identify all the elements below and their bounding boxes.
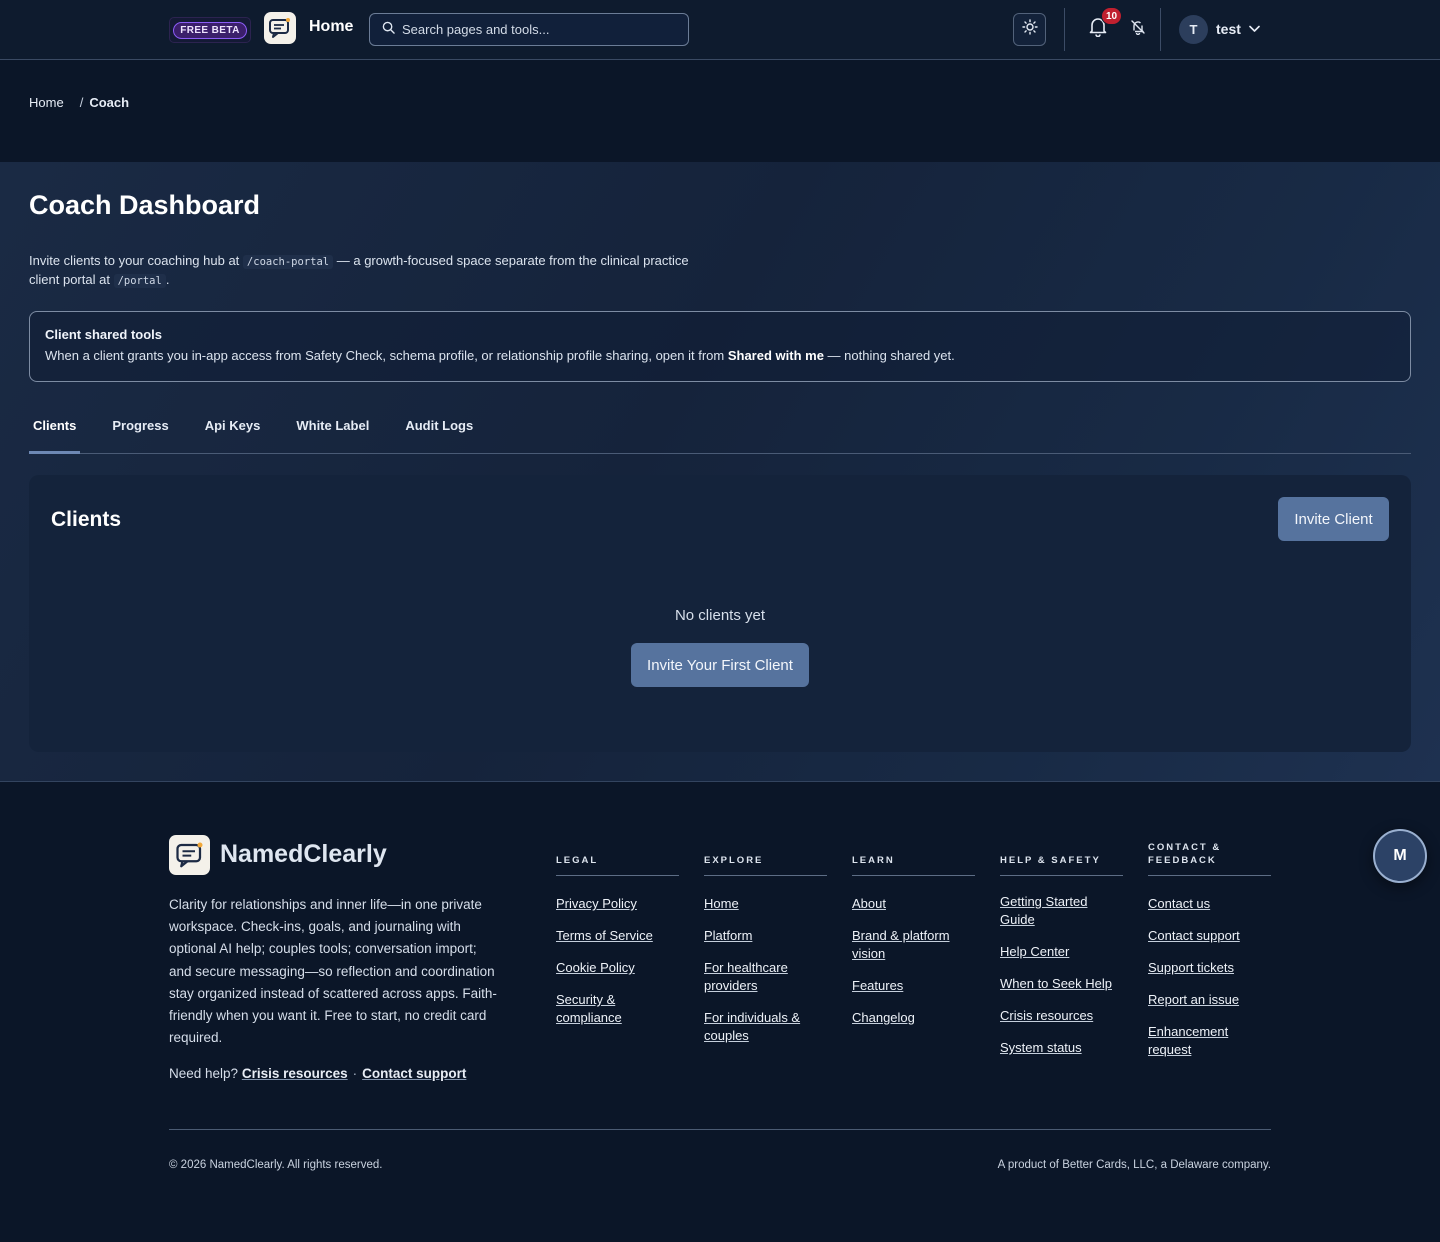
tab-clients[interactable]: Clients bbox=[29, 410, 81, 454]
portal-path: /portal bbox=[113, 274, 166, 288]
breadcrumb: Home / Coach bbox=[29, 95, 129, 110]
clients-title: Clients bbox=[51, 508, 122, 531]
footer-link[interactable]: Terms of Service bbox=[556, 928, 653, 943]
footer-link[interactable]: Changelog bbox=[852, 1010, 915, 1025]
footer-link[interactable]: When to Seek Help bbox=[1000, 976, 1112, 991]
mute-notifications-button[interactable] bbox=[1128, 19, 1148, 39]
user-name: test bbox=[1216, 21, 1241, 37]
breadcrumb-current: Coach bbox=[89, 95, 130, 110]
chevron-down-icon bbox=[1249, 20, 1260, 38]
empty-state-text: No clients yet bbox=[674, 607, 766, 624]
shared-tools-status: — nothing shared yet. bbox=[827, 348, 955, 363]
footer-description: Clarity for relationships and inner life… bbox=[169, 897, 497, 1046]
footer-link[interactable]: Help Center bbox=[1000, 944, 1069, 959]
footer-column-learn: LEARN About Brand & platform vision Feat… bbox=[852, 840, 975, 1041]
tab-white-label[interactable]: White Label bbox=[292, 410, 373, 454]
shared-tools-desc: When a client grants you in-app access f… bbox=[45, 348, 725, 363]
crisis-resources-link[interactable]: Crisis resources bbox=[242, 1066, 348, 1081]
footer-column-legal: LEGAL Privacy Policy Terms of Service Co… bbox=[556, 840, 679, 1041]
footer-link[interactable]: Privacy Policy bbox=[556, 896, 637, 911]
footer-brand[interactable]: NamedClearly bbox=[220, 840, 387, 869]
footer-column-help-safety: HELP & SAFETY Getting Started Guide Help… bbox=[1000, 840, 1123, 1071]
footer-link[interactable]: Home bbox=[704, 896, 739, 911]
footer-link[interactable]: Features bbox=[852, 978, 903, 993]
shared-tools-text: When a client grants you in-app access f… bbox=[45, 348, 1395, 363]
bell-off-icon bbox=[1130, 19, 1146, 40]
breadcrumb-separator: / bbox=[79, 95, 84, 110]
shared-tools-title: Client shared tools bbox=[45, 327, 163, 342]
theme-toggle-button[interactable] bbox=[1013, 13, 1046, 46]
footer-column-contact-feedback: CONTACT & FEEDBACK Contact us Contact su… bbox=[1148, 840, 1271, 1073]
free-beta-label: FREE BETA bbox=[173, 21, 247, 39]
footer-link[interactable]: Contact support bbox=[1148, 928, 1240, 943]
coach-portal-path: /coach-portal bbox=[242, 255, 334, 269]
footer-link[interactable]: Enhancement request bbox=[1148, 1024, 1228, 1057]
intro-text: . bbox=[165, 272, 170, 287]
footer-link[interactable]: Report an issue bbox=[1148, 992, 1239, 1007]
footer-link[interactable]: Security & compliance bbox=[556, 992, 622, 1025]
clients-card: Clients Invite Client No clients yet Inv… bbox=[29, 475, 1411, 752]
footer-link[interactable]: For healthcare providers bbox=[704, 960, 788, 993]
footer-column-heading: EXPLORE bbox=[704, 840, 827, 876]
tab-audit-logs[interactable]: Audit Logs bbox=[401, 410, 477, 454]
page-title: Coach Dashboard bbox=[29, 190, 261, 220]
header-divider bbox=[1160, 8, 1161, 51]
tab-api-keys[interactable]: Api Keys bbox=[201, 410, 265, 454]
footer-help: Need help? Crisis resources · Contact supp… bbox=[169, 1066, 466, 1081]
footer-column-explore: EXPLORE Home Platform For healthcare pro… bbox=[704, 840, 827, 1059]
footer-link[interactable]: Support tickets bbox=[1148, 960, 1234, 975]
footer-link[interactable]: Crisis resources bbox=[1000, 1008, 1093, 1023]
footer-column-heading: HELP & SAFETY bbox=[1000, 840, 1123, 876]
tab-progress[interactable]: Progress bbox=[108, 410, 172, 454]
footer-link[interactable]: System status bbox=[1000, 1040, 1082, 1055]
search-input[interactable] bbox=[402, 22, 672, 37]
app-logo-icon[interactable] bbox=[169, 835, 210, 875]
search-icon bbox=[382, 21, 395, 39]
dashboard-tabs: Clients Progress Api Keys White Label Au… bbox=[29, 410, 1411, 454]
page-intro: Invite clients to your coaching hub at /… bbox=[29, 252, 709, 290]
app-logo-icon[interactable] bbox=[264, 12, 296, 44]
floating-assistant-button[interactable]: M bbox=[1373, 829, 1427, 883]
footer-column-heading: LEARN bbox=[852, 840, 975, 876]
user-menu[interactable]: T test bbox=[1179, 14, 1260, 44]
footer-link[interactable]: For individuals & couples bbox=[704, 1010, 800, 1043]
contact-support-link[interactable]: Contact support bbox=[362, 1066, 466, 1081]
help-label: Need help? bbox=[169, 1066, 239, 1081]
footer-divider bbox=[169, 1129, 1271, 1130]
footer-link[interactable]: Platform bbox=[704, 928, 752, 943]
company-note: A product of Better Cards, LLC, a Delawa… bbox=[997, 1159, 1271, 1171]
intro-text: Invite clients to your coaching hub at bbox=[29, 253, 240, 268]
client-shared-tools-card: Client shared tools When a client grants… bbox=[29, 311, 1411, 382]
help-separator: · bbox=[352, 1066, 358, 1081]
footer-link[interactable]: Brand & platform vision bbox=[852, 928, 950, 961]
notification-count-badge: 10 bbox=[1101, 7, 1123, 25]
footer-link[interactable]: Cookie Policy bbox=[556, 960, 635, 975]
footer-column-heading: LEGAL bbox=[556, 840, 679, 876]
footer-link[interactable]: Getting Started Guide bbox=[1000, 894, 1087, 927]
sun-icon bbox=[1021, 19, 1038, 40]
footer-link[interactable]: About bbox=[852, 896, 886, 911]
shared-with-me-label: Shared with me bbox=[727, 348, 824, 363]
footer-column-heading: CONTACT & FEEDBACK bbox=[1148, 840, 1271, 876]
header-title[interactable]: Home bbox=[309, 18, 353, 36]
avatar: T bbox=[1179, 14, 1208, 44]
free-beta-badge: FREE BETA bbox=[169, 17, 251, 43]
top-bar: FREE BETA Home Search pages and tools...… bbox=[0, 0, 1440, 60]
footer-link[interactable]: Contact us bbox=[1148, 896, 1210, 911]
breadcrumb-home-link[interactable]: Home bbox=[29, 95, 64, 110]
header-divider bbox=[1064, 8, 1065, 51]
invite-first-client-button[interactable]: Invite Your First Client bbox=[631, 643, 809, 687]
search-box[interactable] bbox=[369, 13, 689, 46]
invite-client-button[interactable]: Invite Client bbox=[1278, 497, 1389, 541]
copyright: © 2026 NamedClearly. All rights reserved… bbox=[169, 1159, 383, 1171]
